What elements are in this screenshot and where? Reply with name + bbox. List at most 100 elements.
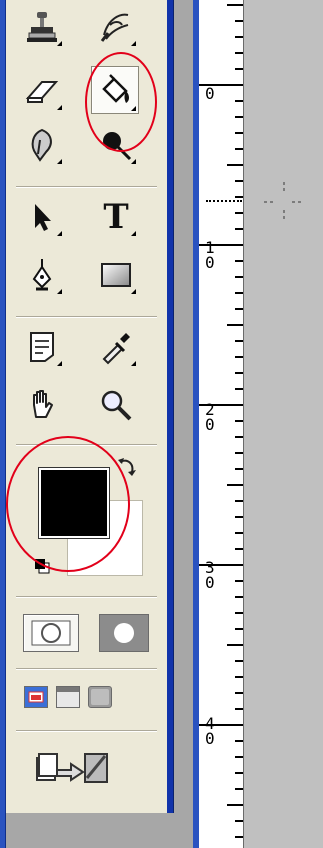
- ruler-tick: [227, 164, 243, 166]
- ruler-tick: [235, 836, 243, 838]
- ruler-tick: [235, 820, 243, 822]
- ruler-tick: [235, 180, 243, 182]
- quick-mask-mode-button[interactable]: [99, 614, 149, 652]
- ruler-tick: [235, 772, 243, 774]
- ruler-tick: [235, 740, 243, 742]
- ruler-tick: [227, 804, 243, 806]
- ruler-tick: [235, 756, 243, 758]
- ruler-tick: [235, 356, 243, 358]
- ruler-tick: [235, 260, 243, 262]
- swap-colors-icon[interactable]: [116, 456, 138, 478]
- clone-stamp-icon: [27, 12, 57, 42]
- eraser-tool[interactable]: [20, 70, 64, 112]
- ruler-tick: [235, 676, 243, 678]
- ruler-label-10: 10: [205, 238, 215, 272]
- ruler-tick: [235, 516, 243, 518]
- ruler-tick: [235, 292, 243, 294]
- ruler-tick: [235, 308, 243, 310]
- ruler-tick: [235, 116, 243, 118]
- hand-icon: [33, 390, 53, 418]
- history-brush-icon: [100, 13, 129, 42]
- quick-mask-icon: [104, 619, 144, 647]
- eraser-icon: [25, 81, 59, 103]
- burn-icon: [103, 132, 132, 161]
- full-screen-icon: [91, 689, 109, 705]
- hand-tool[interactable]: [20, 384, 64, 426]
- pen-tool[interactable]: [20, 254, 64, 296]
- eyedropper-tool[interactable]: [94, 326, 138, 368]
- ruler-tick: [235, 532, 243, 534]
- ruler-tick: [235, 276, 243, 278]
- tools-panel: T: [6, 0, 168, 813]
- burn-tool[interactable]: [94, 124, 138, 166]
- clone-stamp-tool[interactable]: [20, 6, 64, 48]
- ruler-tick: [227, 4, 243, 6]
- path-selection-tool[interactable]: [20, 196, 64, 238]
- canvas-area[interactable]: [244, 0, 323, 848]
- ruler-tick: [235, 52, 243, 54]
- rectangle-icon: [101, 263, 131, 287]
- ruler-tick: [235, 372, 243, 374]
- jump-to-imageready-button[interactable]: [26, 746, 136, 790]
- ruler-tick: [227, 324, 243, 326]
- ruler-tick: [235, 692, 243, 694]
- ruler-tick: [235, 468, 243, 470]
- ruler-label-30: 30: [205, 558, 215, 592]
- jump-to-imageready-icon: [36, 753, 108, 783]
- ruler-guide-marker: [206, 200, 242, 202]
- ruler-tick: [235, 228, 243, 230]
- zoom-tool[interactable]: [94, 384, 138, 426]
- ruler-label-20: 20: [205, 400, 215, 434]
- ruler-tick: [235, 132, 243, 134]
- standard-screen-mode-button[interactable]: [24, 686, 48, 708]
- blur-tool[interactable]: [20, 124, 64, 166]
- full-screen-mode-button[interactable]: [88, 686, 112, 708]
- paint-bucket-tool[interactable]: [91, 66, 139, 114]
- ruler-tick: [235, 788, 243, 790]
- notes-icon: [30, 332, 54, 362]
- default-colors-icon[interactable]: [34, 558, 50, 574]
- ruler-tick: [235, 436, 243, 438]
- eyedropper-icon: [102, 333, 130, 365]
- standard-screen-icon: [28, 691, 44, 703]
- ruler-tick: [235, 548, 243, 550]
- ruler-tick: [235, 580, 243, 582]
- ruler-tick: [235, 196, 243, 198]
- ruler-label-0: 0: [205, 84, 215, 103]
- ruler-tick: [235, 596, 243, 598]
- history-brush-tool[interactable]: [94, 6, 138, 48]
- ruler-tick: [235, 388, 243, 390]
- arrow-icon: [35, 204, 51, 231]
- ruler-tick: [235, 612, 243, 614]
- ruler-tick: [235, 20, 243, 22]
- ruler-tick: [235, 500, 243, 502]
- tools-panel-border: [167, 0, 174, 813]
- ruler-tick: [235, 452, 243, 454]
- ruler-tick: [235, 68, 243, 70]
- ruler-tick: [235, 340, 243, 342]
- ruler-tick: [235, 708, 243, 710]
- ruler-tick: [235, 212, 243, 214]
- full-screen-menu-mode-button[interactable]: [56, 686, 80, 708]
- ruler-tick: [235, 36, 243, 38]
- ruler-tick: [227, 644, 243, 646]
- crosshair-cursor-icon: [264, 182, 304, 222]
- blur-icon: [31, 128, 52, 162]
- ruler-tick: [235, 100, 243, 102]
- standard-mode-button[interactable]: [23, 614, 79, 652]
- full-screen-menu-icon: [57, 687, 79, 692]
- pen-icon: [32, 259, 52, 291]
- type-icon: T: [103, 197, 129, 237]
- zoom-icon: [101, 390, 132, 421]
- ruler-tick: [235, 660, 243, 662]
- ruler-label-40: 40: [205, 714, 215, 748]
- ruler-tick: [235, 420, 243, 422]
- paint-bucket-icon: [102, 74, 129, 103]
- ruler-tick: [227, 484, 243, 486]
- ruler-tick: [235, 628, 243, 630]
- rectangle-tool[interactable]: [94, 254, 138, 296]
- notes-tool[interactable]: [20, 326, 64, 368]
- type-tool[interactable]: T: [94, 196, 138, 238]
- standard-mode-icon: [31, 620, 71, 646]
- foreground-color-swatch[interactable]: [38, 467, 110, 539]
